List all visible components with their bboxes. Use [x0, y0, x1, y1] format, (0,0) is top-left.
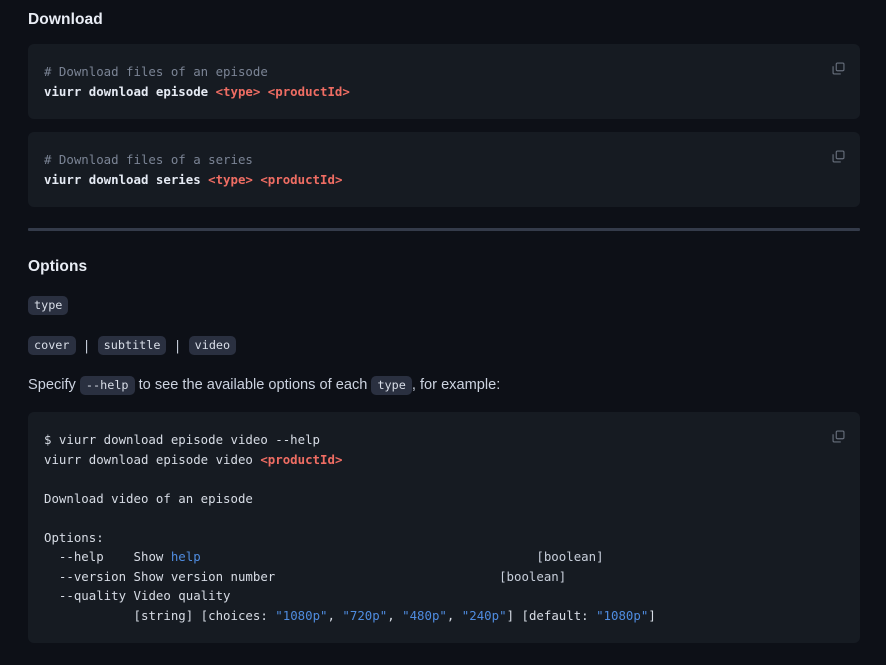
paragraph-text-part1: Specify [28, 377, 80, 393]
options-paragraph: Specify --help to see the available opti… [28, 375, 500, 396]
code-arguments: <type> <productId> [215, 83, 350, 99]
quality-choice: "480p" [402, 607, 447, 623]
usage-argument: <productId> [260, 451, 343, 467]
choice-sep: , [446, 607, 462, 623]
code-comment: # Download files of an episode [44, 64, 268, 79]
quality-string-type: [string] [choices: [133, 607, 276, 623]
choice-sep: , [327, 607, 343, 623]
option-desc: Show [133, 549, 171, 564]
code-command: viurr download episode [44, 83, 216, 99]
choice-sep: , [387, 607, 403, 623]
chip-help-flag: --help [79, 376, 135, 395]
documentation-page: Download # Download files of an episode … [0, 0, 886, 665]
paragraph-text-part3: , for example: [411, 377, 501, 393]
code-arguments: <type> <productId> [208, 171, 343, 187]
option-desc: Video quality [133, 588, 231, 603]
code-content: # Download files of a series viurr downl… [28, 132, 860, 207]
chip-separator: | [173, 337, 182, 354]
page-title-download: Download [28, 11, 103, 28]
option-flag: --version [44, 568, 134, 584]
copy-icon[interactable] [826, 56, 850, 80]
quality-indent [44, 608, 134, 623]
option-desc-highlight: help [170, 549, 201, 564]
shell-prompt-line: $ viurr download episode video --help [44, 432, 321, 447]
option-type: [boolean] [536, 549, 604, 564]
code-command: viurr download series [44, 171, 209, 187]
quality-end: ] [648, 607, 656, 623]
code-comment: # Download files of a series [44, 152, 253, 167]
quality-choice: "1080p" [275, 607, 328, 623]
section-title-options: Options [28, 258, 88, 275]
option-type-row: type [28, 296, 69, 315]
option-flag: --help [44, 549, 134, 564]
paragraph-text-part2: to see the available options of each [134, 377, 372, 393]
option-pad [201, 549, 537, 564]
quality-choice: "720p" [342, 607, 388, 623]
code-block-download-episode: # Download files of an episode viurr dow… [28, 44, 860, 119]
quality-close-bracket: ] [default: [506, 607, 597, 623]
section-divider [28, 228, 860, 231]
option-flag: --quality [44, 588, 134, 603]
option-pad [275, 569, 499, 584]
chip-separator: | [82, 337, 91, 354]
quality-default: "1080p" [596, 607, 649, 623]
chip-video: video [188, 336, 237, 355]
chip-type-inline: type [371, 376, 412, 395]
quality-choice: "240p" [461, 607, 507, 623]
usage-command: viurr download episode video [44, 451, 261, 467]
chip-type: type [28, 296, 69, 315]
help-description: Download video of an episode [44, 490, 253, 506]
help-options-label: Options: [44, 529, 104, 545]
option-values-row: cover | subtitle | video [28, 336, 237, 355]
copy-icon[interactable] [826, 144, 850, 168]
code-block-help-output: $ viurr download episode video --help vi… [28, 412, 860, 643]
chip-cover: cover [28, 336, 76, 355]
chip-subtitle: subtitle [97, 336, 167, 355]
code-content: $ viurr download episode video --help vi… [28, 412, 860, 643]
option-type: [boolean] [499, 568, 567, 584]
copy-icon[interactable] [826, 424, 850, 448]
code-block-download-series: # Download files of a series viurr downl… [28, 132, 860, 207]
code-content: # Download files of an episode viurr dow… [28, 44, 860, 119]
option-desc: Show version number [133, 568, 276, 584]
